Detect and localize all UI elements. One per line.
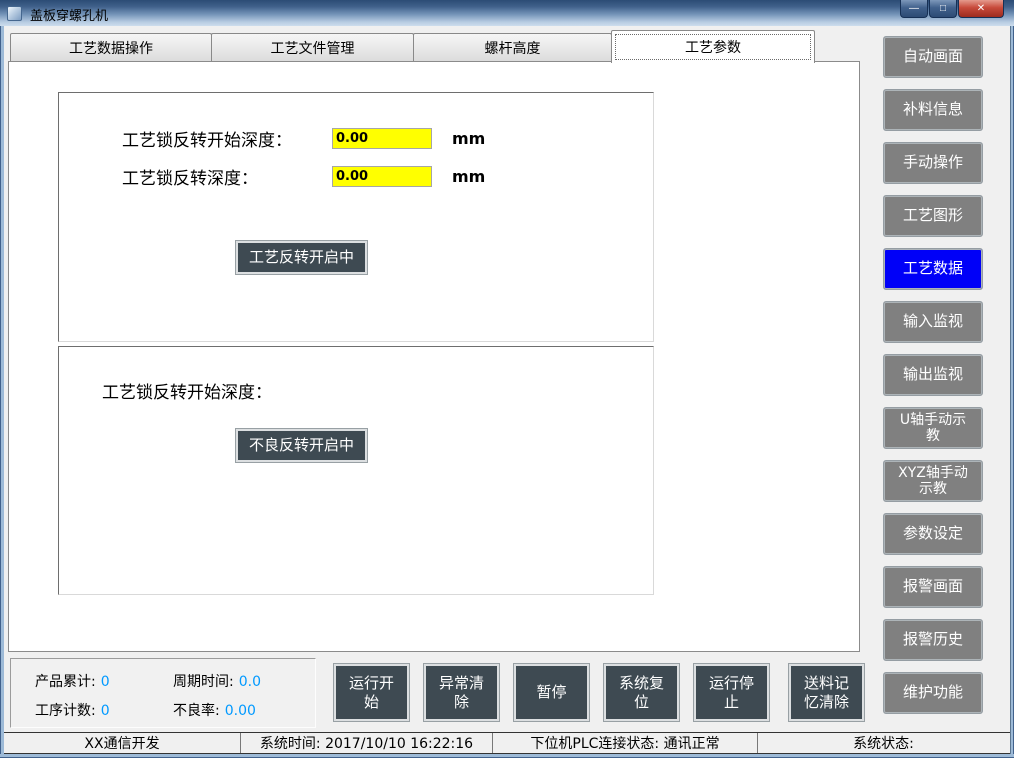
pause-button[interactable]: 暂停 <box>513 663 590 722</box>
status-plc-connection: 下位机PLC连接状态: 通讯正常 <box>493 733 758 753</box>
app-window: 盖板穿螺孔机 — □ ✕ 工艺数据操作 工艺文件管理 螺杆高度 工艺参数 工艺锁… <box>0 0 1014 758</box>
process-reverse-toggle-button[interactable]: 工艺反转开启中 <box>235 240 368 275</box>
sidebar-item-auto-screen[interactable]: 自动画面 <box>883 36 983 78</box>
sidebar-item-process-graphics[interactable]: 工艺图形 <box>883 195 983 237</box>
stat-step-count: 工序计数: 0 <box>35 700 110 720</box>
status-system-state: 系统状态: <box>758 733 1009 753</box>
window-title: 盖板穿螺孔机 <box>30 5 108 24</box>
sidebar-nav: 自动画面 补料信息 手动操作 工艺图形 工艺数据 输入监视 输出监视 U轴手动示… <box>883 36 983 714</box>
production-stats-panel: 产品累计: 0 周期时间: 0.0 工序计数: 0 不良率: 0.00 <box>10 658 316 728</box>
sidebar-item-maintenance[interactable]: 维护功能 <box>883 672 983 714</box>
sidebar-item-alarm-history[interactable]: 报警历史 <box>883 619 983 661</box>
window-frame-left <box>0 26 4 754</box>
group-process-reverse: 工艺锁反转开始深度： mm 工艺锁反转深度： mm 工艺反转开启中 <box>58 92 654 342</box>
field-row: 工艺锁反转开始深度： mm <box>122 127 485 149</box>
sidebar-item-parameter-settings[interactable]: 参数设定 <box>883 513 983 555</box>
focus-outline <box>615 34 811 60</box>
field-row: 工艺锁反转深度： mm <box>122 165 485 187</box>
app-icon <box>7 6 22 21</box>
stat-product-total: 产品累计: 0 <box>35 671 110 691</box>
minimize-button[interactable]: — <box>900 0 928 18</box>
system-reset-button[interactable]: 系统复 位 <box>603 663 680 722</box>
stat-label: 周期时间: <box>173 671 234 691</box>
unit-label-mm: mm <box>452 167 485 186</box>
stat-defect-rate: 不良率: 0.00 <box>173 700 256 720</box>
close-button[interactable]: ✕ <box>958 0 1004 18</box>
reverse-start-depth-label: 工艺锁反转开始深度： <box>122 126 332 151</box>
tab-process-params[interactable]: 工艺参数 <box>611 30 815 63</box>
stat-value: 0.0 <box>239 674 261 690</box>
reverse-start-depth-input[interactable] <box>332 128 432 149</box>
sidebar-item-refill-info[interactable]: 补料信息 <box>883 89 983 131</box>
reverse-depth-input[interactable] <box>332 166 432 187</box>
window-frame-bottom <box>0 754 1014 758</box>
stat-label: 产品累计: <box>35 671 96 691</box>
sidebar-item-u-axis-teach[interactable]: U轴手动示 教 <box>883 407 983 449</box>
run-start-button[interactable]: 运行开 始 <box>333 663 410 722</box>
tab-screw-height[interactable]: 螺杆高度 <box>413 33 612 61</box>
stat-value: 0 <box>101 703 110 719</box>
status-developer: XX通信开发 <box>4 733 241 753</box>
defect-reverse-start-depth-label: 工艺锁反转开始深度： <box>102 378 272 403</box>
tab-process-data-ops[interactable]: 工艺数据操作 <box>10 33 212 61</box>
window-frame-right <box>1010 26 1014 754</box>
error-clear-button[interactable]: 异常清 除 <box>423 663 500 722</box>
sidebar-item-alarm-screen[interactable]: 报警画面 <box>883 566 983 608</box>
maximize-button[interactable]: □ <box>929 0 957 18</box>
status-system-time: 系统时间: 2017/10/10 16:22:16 <box>241 733 493 753</box>
defect-reverse-toggle-button[interactable]: 不良反转开启中 <box>235 428 368 463</box>
stat-value: 0 <box>101 674 110 690</box>
tab-process-files[interactable]: 工艺文件管理 <box>211 33 414 61</box>
group-defect-reverse: 工艺锁反转开始深度： 不良反转开启中 <box>58 346 654 595</box>
stat-label: 不良率: <box>173 700 220 720</box>
stat-label: 工序计数: <box>35 700 96 720</box>
stat-cycle-time: 周期时间: 0.0 <box>173 671 261 691</box>
window-controls: — □ ✕ <box>900 0 1004 18</box>
sidebar-item-input-monitor[interactable]: 输入监视 <box>883 301 983 343</box>
unit-label-mm: mm <box>452 129 485 148</box>
reverse-depth-label: 工艺锁反转深度： <box>122 164 332 189</box>
sidebar-item-manual-operation[interactable]: 手动操作 <box>883 142 983 184</box>
titlebar: 盖板穿螺孔机 — □ ✕ <box>0 0 1014 26</box>
sidebar-item-output-monitor[interactable]: 输出监视 <box>883 354 983 396</box>
run-stop-button[interactable]: 运行停 止 <box>693 663 770 722</box>
tab-panel-process-params: 工艺锁反转开始深度： mm 工艺锁反转深度： mm 工艺反转开启中 工艺锁反转开… <box>8 61 860 652</box>
feed-memory-clear-button[interactable]: 送料记 忆清除 <box>788 663 865 722</box>
sidebar-item-xyz-axis-teach[interactable]: XYZ轴手动 示教 <box>883 460 983 502</box>
statusbar: XX通信开发 系统时间: 2017/10/10 16:22:16 下位机PLC连… <box>4 732 1010 754</box>
stat-value: 0.00 <box>225 703 256 719</box>
sidebar-item-process-data[interactable]: 工艺数据 <box>883 248 983 290</box>
